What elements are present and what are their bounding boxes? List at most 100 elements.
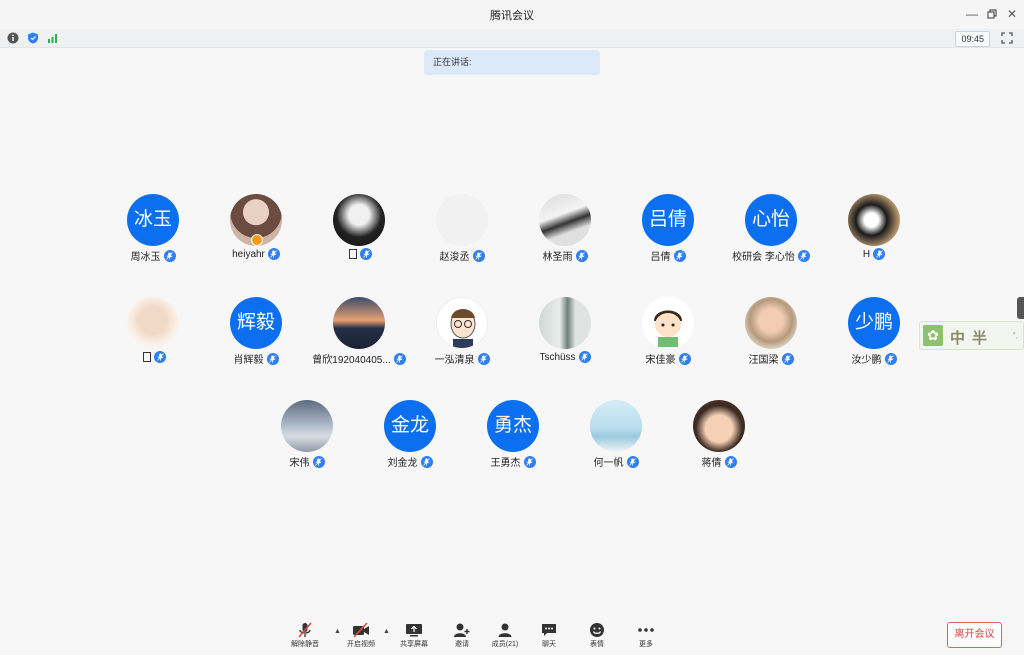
avatar <box>333 194 385 246</box>
participant-name: heiyahr <box>232 248 265 260</box>
avatar <box>436 194 488 246</box>
unmute-label: 解除静音 <box>291 641 319 648</box>
ime-punct-label: °, <box>1012 331 1018 340</box>
participant-name: 赵浚丞 <box>439 252 470 263</box>
audio-options-chevron-icon[interactable]: ▲ <box>334 628 341 635</box>
mic-icon <box>673 249 686 262</box>
participant-tile[interactable]: 吕倩 吕倩 <box>613 194 723 263</box>
avatar: 金龙 <box>384 400 436 452</box>
participant-tile[interactable]: 曾欣192040405... <box>304 297 414 366</box>
gear-icon[interactable]: ✿ <box>923 325 943 346</box>
participant-name: 肖辉毅 <box>233 355 264 366</box>
participant-tile[interactable]: 宋伟 <box>252 400 362 469</box>
participant-tile[interactable] <box>304 194 414 260</box>
ime-toolbar[interactable]: ✿ 中半 °, <box>919 321 1024 350</box>
avatar <box>642 297 694 349</box>
participant-tile[interactable]: heiyahr <box>201 194 311 260</box>
participant-tile[interactable]: 林圣雨 <box>510 194 620 263</box>
unmute-button[interactable]: 解除静音 <box>285 622 325 649</box>
participant-tile[interactable]: 汪国梁 <box>716 297 826 366</box>
mic-icon <box>781 352 794 365</box>
avatar <box>333 297 385 349</box>
side-panel-handle[interactable] <box>1017 297 1024 319</box>
share-screen-button[interactable]: 共享屏幕 <box>394 622 434 649</box>
participant-tile[interactable]: 何一帆 <box>561 400 671 469</box>
participant-name: 周冰玉 <box>130 252 161 263</box>
add-user-icon <box>454 623 470 637</box>
share-screen-icon <box>406 624 422 637</box>
placeholder-glyph <box>143 352 151 362</box>
speaking-indicator: 正在讲话: <box>424 50 600 75</box>
reactions-button[interactable]: 表情 <box>577 622 617 649</box>
invite-label: 邀请 <box>455 641 469 648</box>
avatar <box>848 194 900 246</box>
invite-button[interactable]: 邀请 <box>442 622 482 649</box>
participant-name: 汝少鹏 <box>851 355 882 366</box>
participant-name: Tschüss <box>539 351 576 363</box>
mic-icon <box>420 455 433 468</box>
mic-off-icon <box>298 622 312 638</box>
participant-tile[interactable]: 辉毅 肖辉毅 <box>201 297 311 366</box>
mic-icon <box>797 249 810 262</box>
mic-icon <box>523 455 536 468</box>
participant-name: 吕倩 <box>650 252 671 263</box>
fullscreen-icon[interactable] <box>1001 32 1013 44</box>
participant-name: 宋伟 <box>289 458 310 469</box>
participant-name: 林圣雨 <box>542 252 573 263</box>
more-label: 更多 <box>639 641 653 648</box>
participant-tile[interactable]: 赵浚丞 <box>407 194 517 263</box>
participant-tile[interactable]: 冰玉 周冰玉 <box>98 194 208 263</box>
chat-icon <box>542 624 556 636</box>
avatar: 勇杰 <box>487 400 539 452</box>
avatar: 少鹏 <box>848 297 900 349</box>
participant-name: 汪国梁 <box>748 355 779 366</box>
avatar <box>436 297 488 349</box>
host-badge-icon <box>251 234 263 246</box>
mic-icon <box>626 455 639 468</box>
shield-icon[interactable] <box>27 32 39 44</box>
restore-icon[interactable] <box>983 5 1001 23</box>
members-label: 成员(21) <box>491 641 519 648</box>
close-icon[interactable]: ✕ <box>1003 5 1021 23</box>
status-bar: 09:45 <box>0 29 1024 48</box>
participant-tile[interactable] <box>98 297 208 363</box>
avatar <box>590 400 642 452</box>
video-options-chevron-icon[interactable]: ▲ <box>383 628 390 635</box>
leave-meeting-button[interactable]: 离开会议 <box>947 622 1002 648</box>
participant-tile[interactable]: 一泓清泉 <box>407 297 517 366</box>
share-screen-label: 共享屏幕 <box>400 641 428 648</box>
info-icon[interactable] <box>7 32 19 44</box>
window-title: 腾讯会议 <box>490 10 534 22</box>
minimize-icon[interactable]: — <box>963 5 981 23</box>
more-button[interactable]: 更多 <box>626 622 666 649</box>
start-video-label: 开启视频 <box>347 641 375 648</box>
avatar: 辉毅 <box>230 297 282 349</box>
ime-mode-label: 中半 <box>950 330 995 347</box>
participant-tile[interactable]: Tschüss <box>510 297 620 363</box>
video-off-icon <box>353 622 369 638</box>
chat-button[interactable]: 聊天 <box>529 622 569 649</box>
placeholder-glyph <box>349 249 357 259</box>
participant-tile[interactable]: 少鹏 汝少鹏 <box>819 297 929 366</box>
mic-icon <box>578 351 591 363</box>
participant-tile[interactable]: 金龙 刘金龙 <box>355 400 465 469</box>
mic-icon <box>477 352 490 365</box>
chat-label: 聊天 <box>542 641 556 648</box>
avatar <box>230 194 282 246</box>
mic-icon <box>360 248 372 260</box>
participant-name: 校研会 李心怡 <box>732 252 795 263</box>
start-video-button[interactable]: 开启视频 <box>341 622 381 649</box>
participant-name: 王勇杰 <box>490 458 521 469</box>
title-bar: 腾讯会议 — ✕ <box>0 0 1024 30</box>
participant-tile[interactable]: H <box>819 194 929 260</box>
members-button[interactable]: 成员(21) <box>485 622 525 649</box>
participant-tile[interactable]: 蒋倩 <box>664 400 774 469</box>
mic-icon <box>266 352 279 365</box>
participant-tile[interactable]: 心怡 校研会 李心怡 <box>716 194 826 263</box>
signal-icon[interactable] <box>47 32 59 44</box>
mic-icon <box>884 352 897 365</box>
participant-name: 宋佳豪 <box>645 355 676 366</box>
participant-tile[interactable]: 勇杰 王勇杰 <box>458 400 568 469</box>
mic-icon <box>472 249 485 262</box>
participant-tile[interactable]: 宋佳豪 <box>613 297 723 366</box>
